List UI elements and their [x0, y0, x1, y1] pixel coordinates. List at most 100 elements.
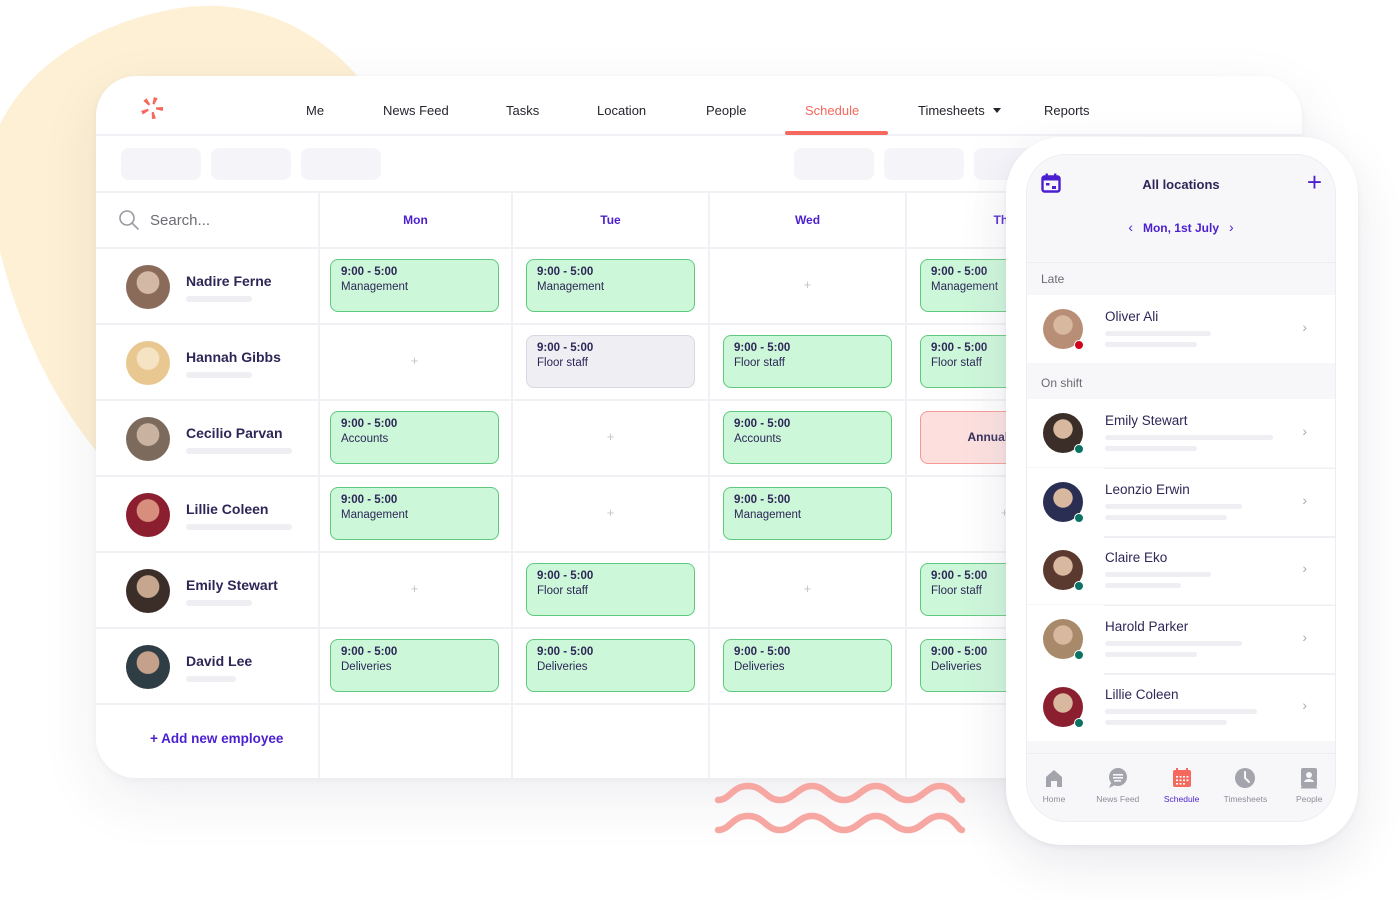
mobile-tab-bar: Home News Feed Schedule Timesheets People	[1027, 753, 1335, 821]
nav-item-schedule[interactable]: Schedule	[805, 103, 859, 118]
employee-info: Emily Stewart	[126, 553, 278, 629]
employee-name[interactable]: Lillie Coleen	[186, 501, 292, 517]
location-title[interactable]: All locations	[1027, 177, 1335, 192]
employee-name[interactable]: Emily Stewart	[186, 577, 278, 593]
detail-placeholder	[1105, 651, 1197, 657]
add-shift-button[interactable]: +	[405, 353, 425, 368]
status-on-shift-indicator	[1074, 581, 1084, 591]
shift-time: 9:00 - 5:00	[341, 494, 398, 506]
person-name: Oliver Ali	[1105, 309, 1159, 324]
shift-block[interactable]: 9:00 - 5:00 Floor staff	[526, 563, 695, 616]
asterisk-logo-icon[interactable]	[138, 94, 166, 122]
add-shift-button[interactable]: +	[601, 429, 621, 444]
date-navigator: ‹ Mon, 1st July ›	[1027, 219, 1335, 235]
toolbar-placeholder-button[interactable]	[121, 148, 201, 180]
toolbar-placeholder-button[interactable]	[301, 148, 381, 180]
shift-block[interactable]: 9:00 - 5:00 Deliveries	[526, 639, 695, 692]
add-shift-button[interactable]: +	[601, 505, 621, 520]
shift-block[interactable]: 9:00 - 5:00 Deliveries	[723, 639, 892, 692]
person-name: Leonzio Erwin	[1105, 481, 1190, 497]
avatar[interactable]	[126, 645, 170, 689]
shift-block[interactable]: 9:00 - 5:00 Deliveries	[330, 639, 499, 692]
chevron-right-icon[interactable]: ›	[1302, 560, 1307, 576]
employee-name[interactable]: Hannah Gibbs	[186, 349, 281, 365]
add-icon[interactable]: +	[1307, 169, 1322, 195]
chevron-right-icon[interactable]: ›	[1302, 492, 1307, 508]
divider	[1104, 536, 1335, 538]
shift-block[interactable]: 9:00 - 5:00 Floor staff	[723, 335, 892, 388]
clock-icon	[1235, 768, 1256, 788]
employee-subtitle-placeholder	[186, 447, 292, 454]
shift-time: 9:00 - 5:00	[734, 494, 791, 506]
person-list-item[interactable]: Oliver Ali ›	[1027, 295, 1335, 363]
shift-role: Deliveries	[341, 661, 392, 673]
shift-time: 9:00 - 5:00	[341, 418, 398, 430]
detail-placeholder	[1105, 514, 1227, 520]
add-shift-button[interactable]: +	[798, 581, 818, 596]
nav-item-location[interactable]: Location	[597, 103, 646, 118]
shift-block[interactable]: 9:00 - 5:00 Management	[330, 487, 499, 540]
shift-block[interactable]: 9:00 - 5:00 Accounts	[330, 411, 499, 464]
person-list-item[interactable]: Harold Parker ›	[1027, 604, 1335, 673]
search-icon	[119, 210, 139, 230]
prev-day-icon[interactable]: ‹	[1128, 219, 1133, 235]
person-name: Claire Eko	[1105, 550, 1168, 565]
avatar[interactable]	[126, 417, 170, 461]
tab-home[interactable]: Home	[1027, 766, 1085, 804]
employee-name[interactable]: David Lee	[186, 653, 252, 669]
chevron-right-icon[interactable]: ›	[1302, 697, 1307, 713]
shift-block[interactable]: 9:00 - 5:00 Accounts	[723, 411, 892, 464]
chevron-right-icon[interactable]: ›	[1302, 423, 1307, 439]
employee-subtitle-placeholder	[186, 675, 236, 682]
shift-block[interactable]: 9:00 - 5:00 Management	[723, 487, 892, 540]
shift-role: Management	[734, 509, 802, 521]
nav-item-news-feed[interactable]: News Feed	[383, 103, 449, 118]
nav-item-tasks[interactable]: Tasks	[506, 103, 539, 118]
employee-name[interactable]: Nadire Ferne	[186, 273, 272, 289]
tab-news-feed[interactable]: News Feed	[1087, 766, 1149, 804]
shift-time: 9:00 - 5:00	[341, 266, 398, 278]
chat-icon	[1108, 768, 1127, 788]
chevron-right-icon[interactable]: ›	[1302, 629, 1307, 645]
employee-name[interactable]: Cecilio Parvan	[186, 425, 292, 441]
tab-people[interactable]: People	[1278, 766, 1335, 804]
toolbar-placeholder-button[interactable]	[211, 148, 291, 180]
person-list-item[interactable]: Emily Stewart ›	[1027, 399, 1335, 467]
nav-item-timesheets[interactable]: Timesheets	[918, 103, 1001, 118]
toolbar-placeholder-button[interactable]	[884, 148, 964, 180]
shift-block[interactable]: 9:00 - 5:00 Management	[526, 259, 695, 312]
avatar[interactable]	[126, 265, 170, 309]
person-list-item[interactable]: Leonzio Erwin ›	[1027, 467, 1335, 536]
shift-role: Floor staff	[537, 585, 588, 597]
avatar[interactable]	[126, 341, 170, 385]
search-input[interactable]	[150, 211, 300, 229]
shift-role: Management	[341, 509, 409, 521]
nav-item-reports[interactable]: Reports	[1044, 103, 1090, 118]
add-shift-button[interactable]: +	[405, 581, 425, 596]
toolbar-placeholder-button[interactable]	[794, 148, 874, 180]
shift-block-draft[interactable]: 9:00 - 5:00 Floor staff	[526, 335, 695, 388]
detail-placeholder	[1105, 640, 1242, 646]
calendar-icon	[1172, 768, 1191, 787]
tab-timesheets[interactable]: Timesheets	[1214, 766, 1276, 804]
employee-text: Hannah Gibbs	[186, 349, 281, 378]
nav-item-people[interactable]: People	[706, 103, 746, 118]
avatar[interactable]	[126, 493, 170, 537]
person-list-item[interactable]: Claire Eko ›	[1027, 536, 1335, 604]
day-header-mon: Mon	[320, 193, 511, 249]
shift-role: Management	[931, 281, 999, 293]
shift-block[interactable]: 9:00 - 5:00 Management	[330, 259, 499, 312]
avatar[interactable]	[126, 569, 170, 613]
person-list-item[interactable]: Lillie Coleen ›	[1027, 673, 1335, 741]
nav-item-me[interactable]: Me	[306, 103, 324, 118]
shift-role: Floor staff	[734, 357, 785, 369]
add-new-employee-link[interactable]: + Add new employee	[150, 731, 283, 746]
employee-subtitle-placeholder	[186, 295, 252, 302]
shift-role: Management	[537, 281, 605, 293]
shift-role: Deliveries	[931, 661, 982, 673]
add-shift-button[interactable]: +	[798, 277, 818, 292]
tab-schedule[interactable]: Schedule	[1151, 766, 1213, 804]
chevron-right-icon[interactable]: ›	[1302, 319, 1307, 335]
status-on-shift-indicator	[1074, 444, 1084, 454]
next-day-icon[interactable]: ›	[1229, 219, 1234, 235]
